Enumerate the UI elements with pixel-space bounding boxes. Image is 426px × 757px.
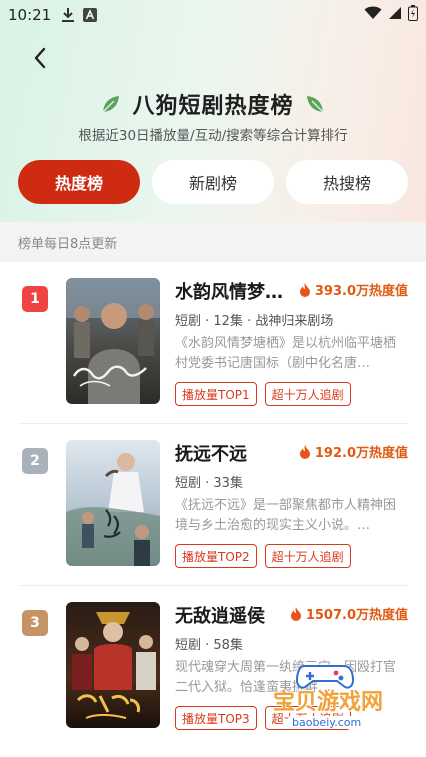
drama-description: 《抚远不远》是一部聚焦都市人精神困境与乡土治愈的现实主义小说。… — [175, 498, 397, 533]
leaf-icon — [100, 93, 122, 115]
status-bar: 10:21 — [0, 0, 426, 30]
poster-image[interactable] — [66, 602, 160, 728]
rank-badge: 2 — [22, 448, 48, 474]
download-icon — [61, 7, 75, 23]
drama-title[interactable]: 无敌逍遥侯 — [175, 602, 295, 628]
chevron-left-icon — [34, 47, 46, 69]
signal-icon — [388, 6, 402, 24]
tag-group: 播放量TOP2 超十万人追剧 — [175, 544, 351, 568]
drama-meta: 短剧 · 33集 — [175, 476, 243, 491]
leaf-icon — [304, 93, 326, 115]
heat-text: 192.0万热度值 — [314, 446, 408, 461]
list-item[interactable]: 1 水韵风情梦塘栖 393.0万热度值 短剧 · 12集 · 战神归来剧场 《水… — [0, 262, 426, 424]
heat-text: 393.0万热度值 — [314, 284, 408, 299]
battery-charging-icon — [408, 5, 418, 25]
page-title-row: 八狗短剧热度榜 — [0, 86, 426, 122]
ranking-tabs: 热度榜 新剧榜 热搜榜 — [18, 160, 408, 204]
tag-badge: 播放量TOP1 — [175, 382, 257, 406]
poster-image[interactable] — [66, 278, 160, 404]
flame-icon — [290, 606, 301, 621]
heat-text: 1507.0万热度值 — [305, 608, 408, 623]
rank-badge: 3 — [22, 610, 48, 636]
back-button[interactable] — [26, 44, 54, 72]
watermark-url: baobeiy.com — [288, 716, 366, 729]
tag-badge: 超十万人追剧 — [264, 544, 351, 568]
heat-value: 1507.0万热度值 — [290, 604, 408, 623]
tag-group: 播放量TOP1 超十万人追剧 — [175, 382, 351, 406]
poster-image[interactable] — [66, 440, 160, 566]
tab-new[interactable]: 新剧榜 — [152, 160, 274, 204]
list-item[interactable]: 2 抚远不远 192.0万热度值 短剧 · 33集 《抚远不远》是一部聚焦都市人… — [0, 424, 426, 586]
watermark-text: 宝贝游戏网 — [272, 690, 383, 715]
tag-badge: 播放量TOP2 — [175, 544, 257, 568]
flame-icon — [299, 444, 310, 459]
status-time: 10:21 — [8, 6, 52, 24]
text-a-icon — [83, 8, 98, 22]
wifi-icon — [364, 6, 382, 24]
page-subtitle: 根据近30日播放量/互动/搜索等综合计算排行 — [78, 128, 348, 144]
drama-title[interactable]: 抚远不远 — [175, 440, 295, 466]
heat-value: 192.0万热度值 — [299, 442, 408, 461]
tag-badge: 超十万人追剧 — [264, 382, 351, 406]
drama-meta: 短剧 · 58集 — [175, 638, 243, 653]
heat-value: 393.0万热度值 — [299, 280, 408, 299]
flame-icon — [299, 282, 310, 297]
page-title: 八狗短剧热度榜 — [132, 94, 294, 119]
update-note: 榜单每日8点更新 — [0, 222, 426, 262]
tab-hot[interactable]: 热度榜 — [18, 160, 140, 204]
rank-badge: 1 — [22, 286, 48, 312]
tab-search[interactable]: 热搜榜 — [286, 160, 408, 204]
watermark: 宝贝游戏网 baobeiy.com — [258, 660, 408, 750]
drama-title[interactable]: 水韵风情梦塘栖 — [175, 278, 295, 304]
tag-badge: 播放量TOP3 — [175, 706, 257, 730]
drama-meta: 短剧 · 12集 · 战神归来剧场 — [175, 314, 334, 329]
drama-description: 《水韵风情梦塘栖》是以杭州临平塘栖村党委书记唐国标（剧中化名唐… — [175, 336, 397, 371]
